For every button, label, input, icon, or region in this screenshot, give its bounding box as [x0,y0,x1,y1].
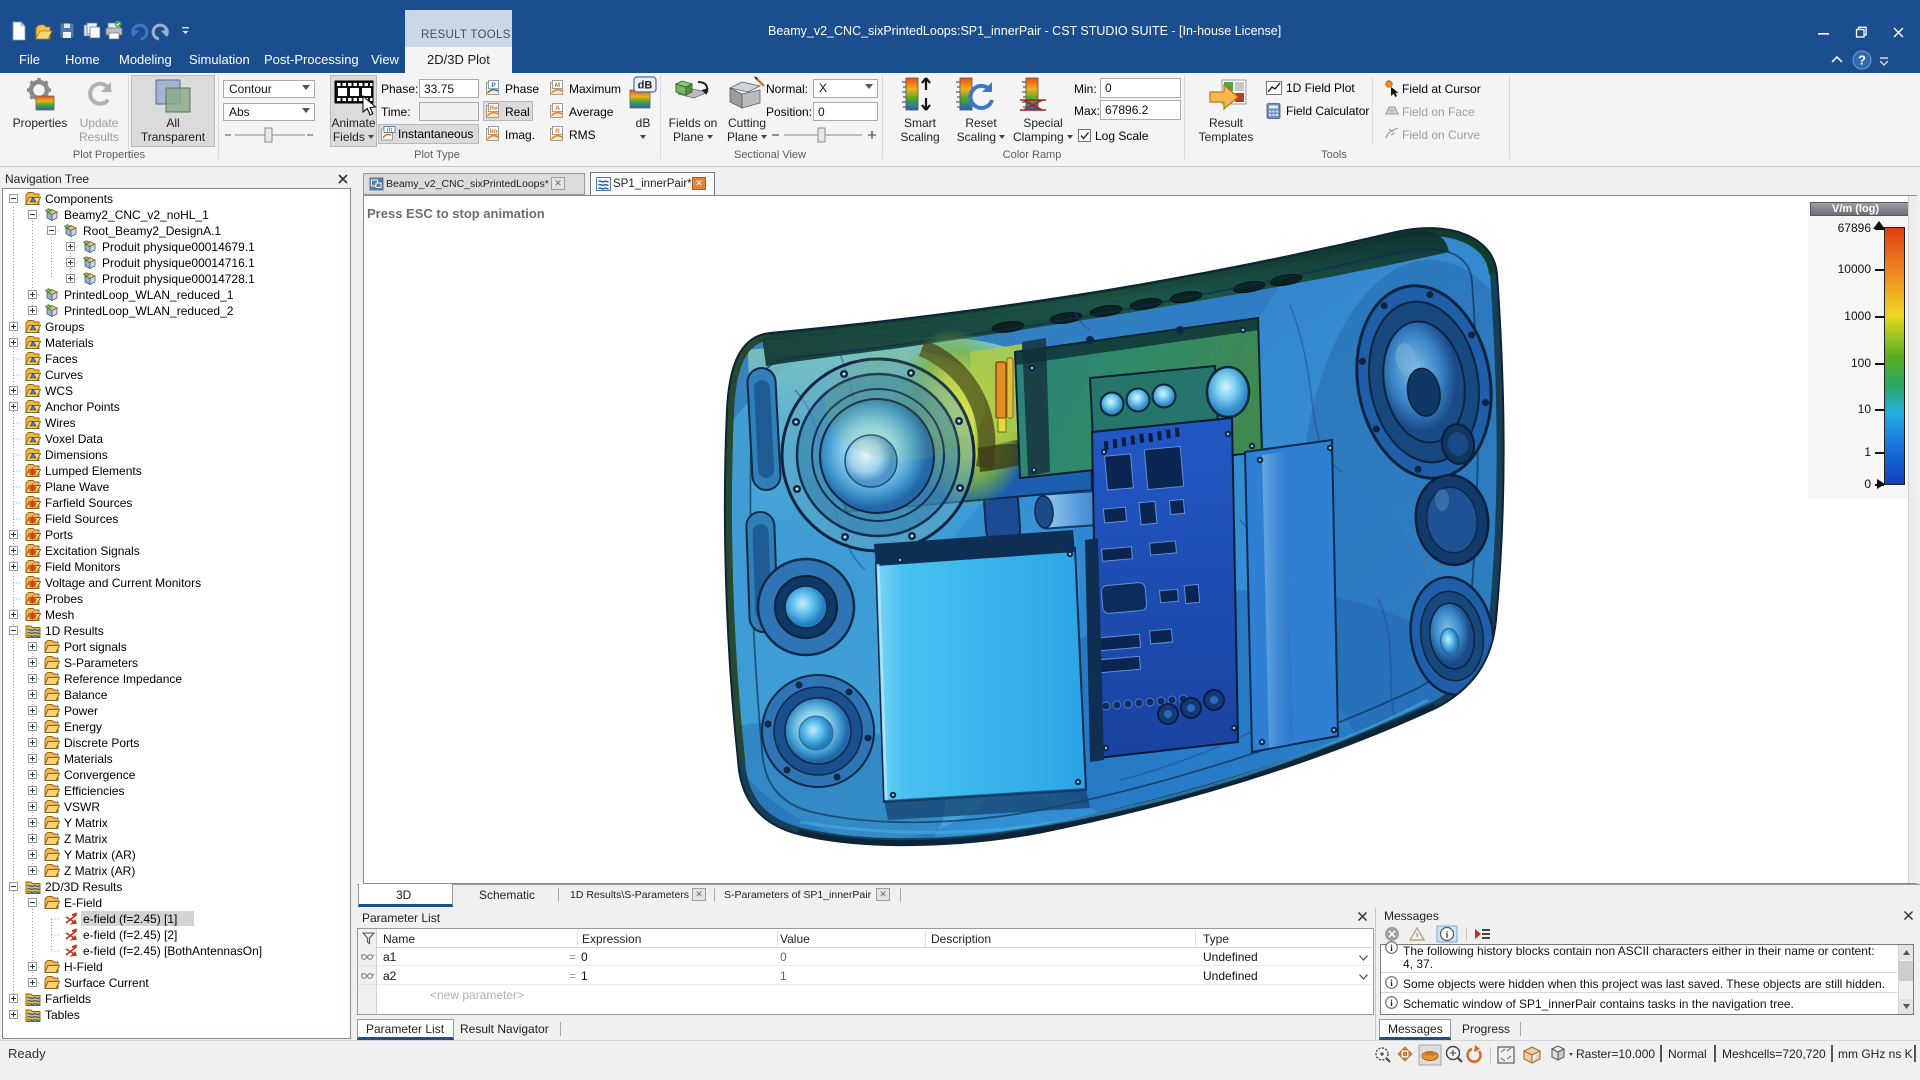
svg-text:dB: dB [638,80,653,92]
svg-text:Im: Im [490,128,498,135]
svg-text:Re: Re [489,105,498,112]
svg-text:?: ? [1858,53,1866,68]
svg-text:(t): (t) [387,128,392,134]
svg-text:M: M [555,82,560,89]
svg-text:A: A [555,105,560,112]
svg-text:R: R [555,128,560,135]
svg-text:P: P [491,82,496,89]
